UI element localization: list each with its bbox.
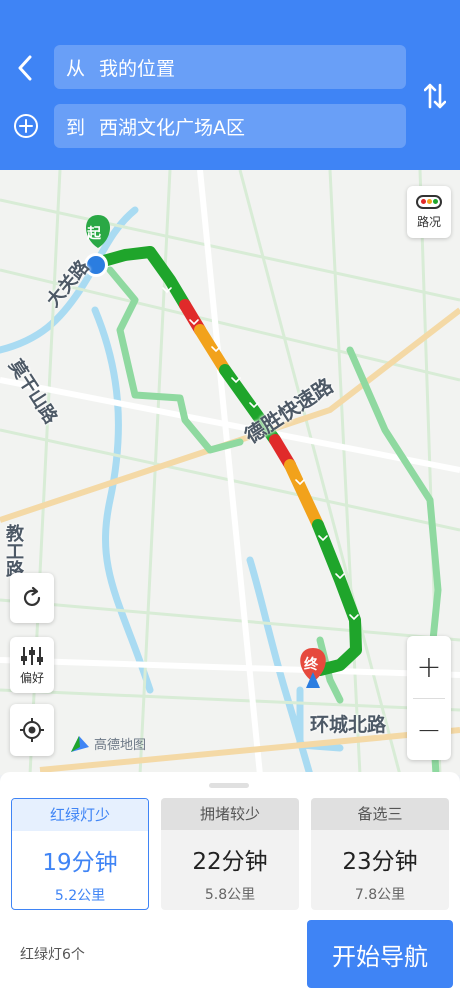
amap-logo: 高德地图: [70, 734, 146, 753]
sliders-icon: [21, 646, 43, 665]
zoom-in-button[interactable]: +: [407, 636, 451, 698]
swap-button[interactable]: [418, 74, 452, 118]
zoom-out-button[interactable]: −: [407, 699, 451, 761]
amap-logo-text: 高德地图: [94, 738, 147, 753]
origin-field[interactable]: 从 我的位置: [54, 45, 406, 89]
crosshair-icon: [20, 718, 44, 742]
route-header: 从 我的位置 到 西湖文化广场A区: [0, 0, 460, 170]
back-button[interactable]: [8, 48, 42, 88]
route-time: 19分钟: [42, 850, 118, 876]
route-option-1[interactable]: 红绿灯少 19分钟 5.2公里: [11, 798, 149, 910]
traffic-toggle-button[interactable]: 路况: [407, 186, 451, 238]
map-view[interactable]: 大关路 莫干山路 德胜快速路 教工路 环城北路 起 终 路况 偏好 + − 高德…: [0, 170, 460, 775]
refresh-icon: [23, 586, 41, 607]
origin-value: 我的位置: [99, 57, 176, 80]
destination-field[interactable]: 到 西湖文化广场A区: [54, 104, 406, 148]
back-chevron-icon: [18, 55, 32, 81]
start-navigation-button[interactable]: 开始导航: [307, 920, 453, 988]
route-option-3[interactable]: 备选三 23分钟 7.8公里: [311, 798, 449, 910]
route-tag: 拥堵较少: [161, 798, 299, 830]
route-time: 22分钟: [192, 849, 268, 875]
route-distance: 7.8公里: [354, 887, 406, 903]
start-marker-label: 起: [87, 226, 101, 242]
route-tag: 红绿灯少: [12, 799, 148, 831]
traffic-label: 路况: [416, 214, 441, 229]
locate-button[interactable]: [10, 704, 54, 756]
route-option-2[interactable]: 拥堵较少 22分钟 5.8公里: [161, 798, 299, 910]
preference-button[interactable]: 偏好: [10, 637, 54, 693]
preference-label: 偏好: [19, 670, 44, 685]
swap-arrows-icon: [424, 83, 446, 109]
amap-logo-icon: [71, 735, 89, 752]
add-circle-icon: [14, 114, 38, 138]
origin-prefix: 从: [66, 57, 86, 80]
end-marker-label: 终: [304, 657, 318, 673]
route-distance: 5.2公里: [54, 888, 106, 904]
route-time: 23分钟: [342, 849, 418, 875]
add-waypoint-button[interactable]: [10, 110, 42, 142]
destination-prefix: 到: [66, 116, 86, 139]
destination-value: 西湖文化广场A区: [99, 116, 246, 139]
route-tag: 备选三: [311, 798, 449, 830]
route-sheet: 红绿灯少 19分钟 5.2公里 拥堵较少 22分钟 5.8公里 备选三 23分钟…: [0, 772, 460, 996]
sheet-drag-handle[interactable]: [209, 783, 249, 788]
app-root: 从 我的位置 到 西湖文化广场A区 大关路 莫干山路 德胜快速路 教工路 环城北…: [0, 0, 460, 996]
refresh-button[interactable]: [10, 573, 54, 623]
route-distance: 5.8公里: [204, 887, 256, 903]
traffic-light-count: 红绿灯6个: [20, 947, 85, 963]
traffic-light-icon: [416, 194, 442, 209]
road-label-huancheng: 环城北路: [310, 714, 387, 736]
zoom-control: + −: [407, 636, 451, 760]
road-label-jiaogong: 教工路: [3, 524, 24, 578]
